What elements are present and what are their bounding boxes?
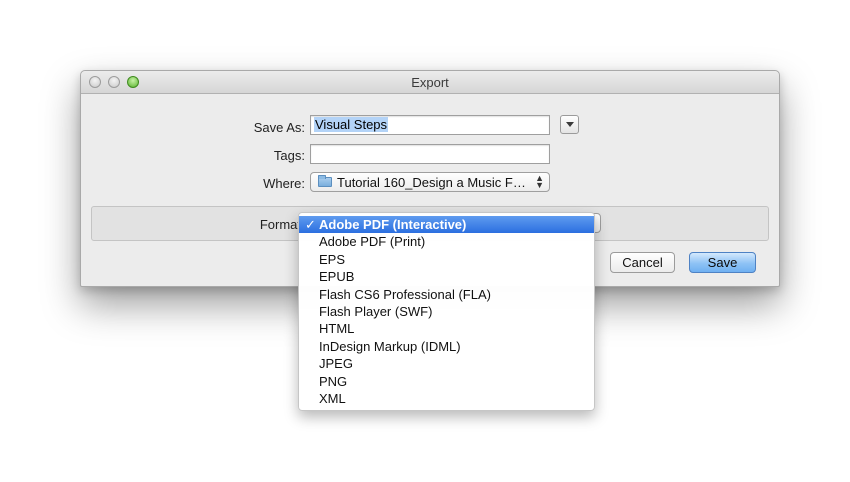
menu-item-label: XML — [319, 390, 346, 406]
format-menu: ✓ Adobe PDF (Interactive) Adobe PDF (Pri… — [298, 212, 595, 411]
menu-item-label: EPS — [319, 251, 346, 267]
format-menu-item[interactable]: ✓ Adobe PDF (Interactive) — [299, 216, 594, 234]
format-menu-item[interactable]: PNG — [299, 373, 594, 390]
format-label: Format — [259, 217, 301, 232]
tags-field[interactable] — [310, 144, 550, 164]
format-menu-item[interactable]: Flash CS6 Professional (FLA) — [299, 286, 594, 303]
save-button[interactable]: Save — [689, 252, 756, 273]
format-menu-item[interactable]: Flash Player (SWF) — [299, 303, 594, 320]
save-as-label: Save As: — [253, 120, 305, 135]
menu-item-label: Adobe PDF (Print) — [319, 234, 426, 250]
save-as-value: Visual Steps — [314, 117, 389, 132]
window-title: Export — [411, 75, 449, 90]
tags-label: Tags: — [273, 148, 305, 163]
where-popup[interactable]: Tutorial 160_Design a Music F… ▲ ▼ — [310, 172, 550, 192]
format-menu-item[interactable]: Adobe PDF (Print) — [299, 233, 594, 250]
menu-item-label: Adobe PDF (Interactive) — [319, 217, 467, 232]
save-as-field[interactable]: Visual Steps — [310, 115, 550, 135]
menu-item-label: JPEG — [319, 356, 353, 372]
menu-item-label: HTML — [319, 321, 355, 337]
disclosure-triangle-icon — [566, 122, 574, 127]
where-value: Tutorial 160_Design a Music F… — [337, 175, 526, 190]
where-label: Where: — [263, 176, 305, 191]
folder-icon — [318, 175, 332, 187]
expand-button[interactable] — [560, 115, 579, 134]
menu-item-label: Flash CS6 Professional (FLA) — [319, 286, 491, 302]
format-menu-item[interactable]: JPEG — [299, 355, 594, 372]
menu-item-label: PNG — [319, 373, 348, 389]
title-bar[interactable]: Export — [81, 71, 779, 94]
checkmark-icon: ✓ — [305, 217, 316, 232]
menu-item-label: EPUB — [319, 269, 355, 285]
format-menu-item[interactable]: HTML — [299, 320, 594, 337]
format-menu-item[interactable]: InDesign Markup (IDML) — [299, 338, 594, 355]
up-down-arrows-icon: ▲ ▼ — [535, 173, 544, 190]
menu-item-label: Flash Player (SWF) — [319, 303, 433, 319]
cancel-button[interactable]: Cancel — [610, 252, 675, 273]
format-menu-item[interactable]: EPS — [299, 251, 594, 268]
format-menu-item[interactable]: XML — [299, 390, 594, 407]
menu-item-label: InDesign Markup (IDML) — [319, 338, 461, 354]
format-menu-item[interactable]: EPUB — [299, 268, 594, 285]
